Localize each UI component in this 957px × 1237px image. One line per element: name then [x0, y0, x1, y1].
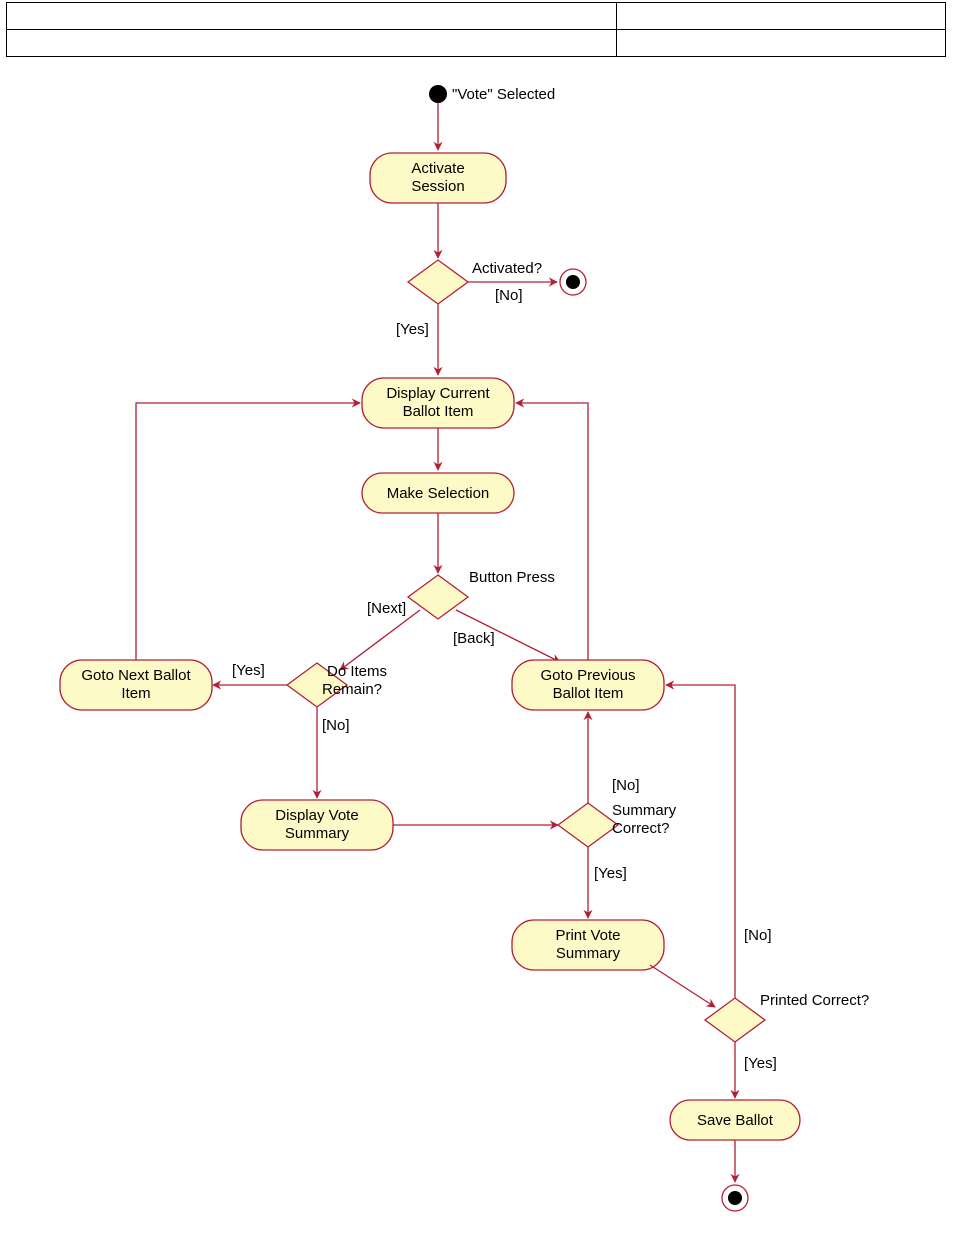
goto-next-text1: Goto Next Ballot [81, 667, 191, 684]
decision-summary-text1: Summary [612, 802, 677, 819]
display-vote-text1: Display Vote [275, 807, 358, 824]
display-vote-text2: Summary [285, 825, 350, 842]
arrow-gotonext-loop [136, 403, 360, 660]
decision-printed-correct [705, 998, 765, 1042]
print-vote-text2: Summary [556, 945, 621, 962]
guard-back: [Back] [453, 630, 495, 647]
decision-items-text2: Remain? [322, 681, 382, 698]
activate-session-text2: Session [411, 178, 464, 195]
guard-no-3: [No] [612, 777, 640, 794]
save-ballot-text: Save Ballot [697, 1112, 774, 1129]
decision-printed-label: Printed Correct? [760, 992, 869, 1009]
final-node-dot-1 [566, 275, 580, 289]
goto-prev-text1: Goto Previous [540, 667, 635, 684]
guard-yes-1: [Yes] [396, 321, 429, 338]
guard-next: [Next] [367, 600, 406, 617]
decision-activated [408, 260, 468, 304]
activity-diagram-svg: "Vote" Selected Activate Session Activat… [0, 0, 957, 1237]
guard-no-4: [No] [744, 927, 772, 944]
arrow-printed-no [666, 685, 735, 998]
guard-yes-3: [Yes] [594, 865, 627, 882]
decision-activated-label: Activated? [472, 260, 542, 277]
make-selection-text: Make Selection [387, 485, 490, 502]
guard-yes-2: [Yes] [232, 662, 265, 679]
display-current-text1: Display Current [386, 385, 490, 402]
final-node-dot-2 [728, 1191, 742, 1205]
guard-no-2: [No] [322, 717, 350, 734]
decision-summary-correct [558, 803, 618, 847]
start-label: "Vote" Selected [452, 86, 555, 103]
activate-session-text1: Activate [411, 160, 464, 177]
arrow-button-next [340, 610, 420, 670]
guard-no-1: [No] [495, 287, 523, 304]
arrow-print-decision [650, 965, 715, 1007]
decision-items-text1: Do Items [327, 663, 387, 680]
decision-summary-text2: Correct? [612, 820, 670, 837]
decision-button-label: Button Press [469, 569, 555, 586]
initial-node-icon [429, 85, 447, 103]
arrow-gotoprev-loop [516, 403, 588, 660]
print-vote-text1: Print Vote [555, 927, 620, 944]
diagram-page: "Vote" Selected Activate Session Activat… [0, 0, 957, 1237]
goto-prev-text2: Ballot Item [553, 685, 624, 702]
display-current-text2: Ballot Item [403, 403, 474, 420]
goto-next-text2: Item [121, 685, 150, 702]
guard-yes-4: [Yes] [744, 1055, 777, 1072]
